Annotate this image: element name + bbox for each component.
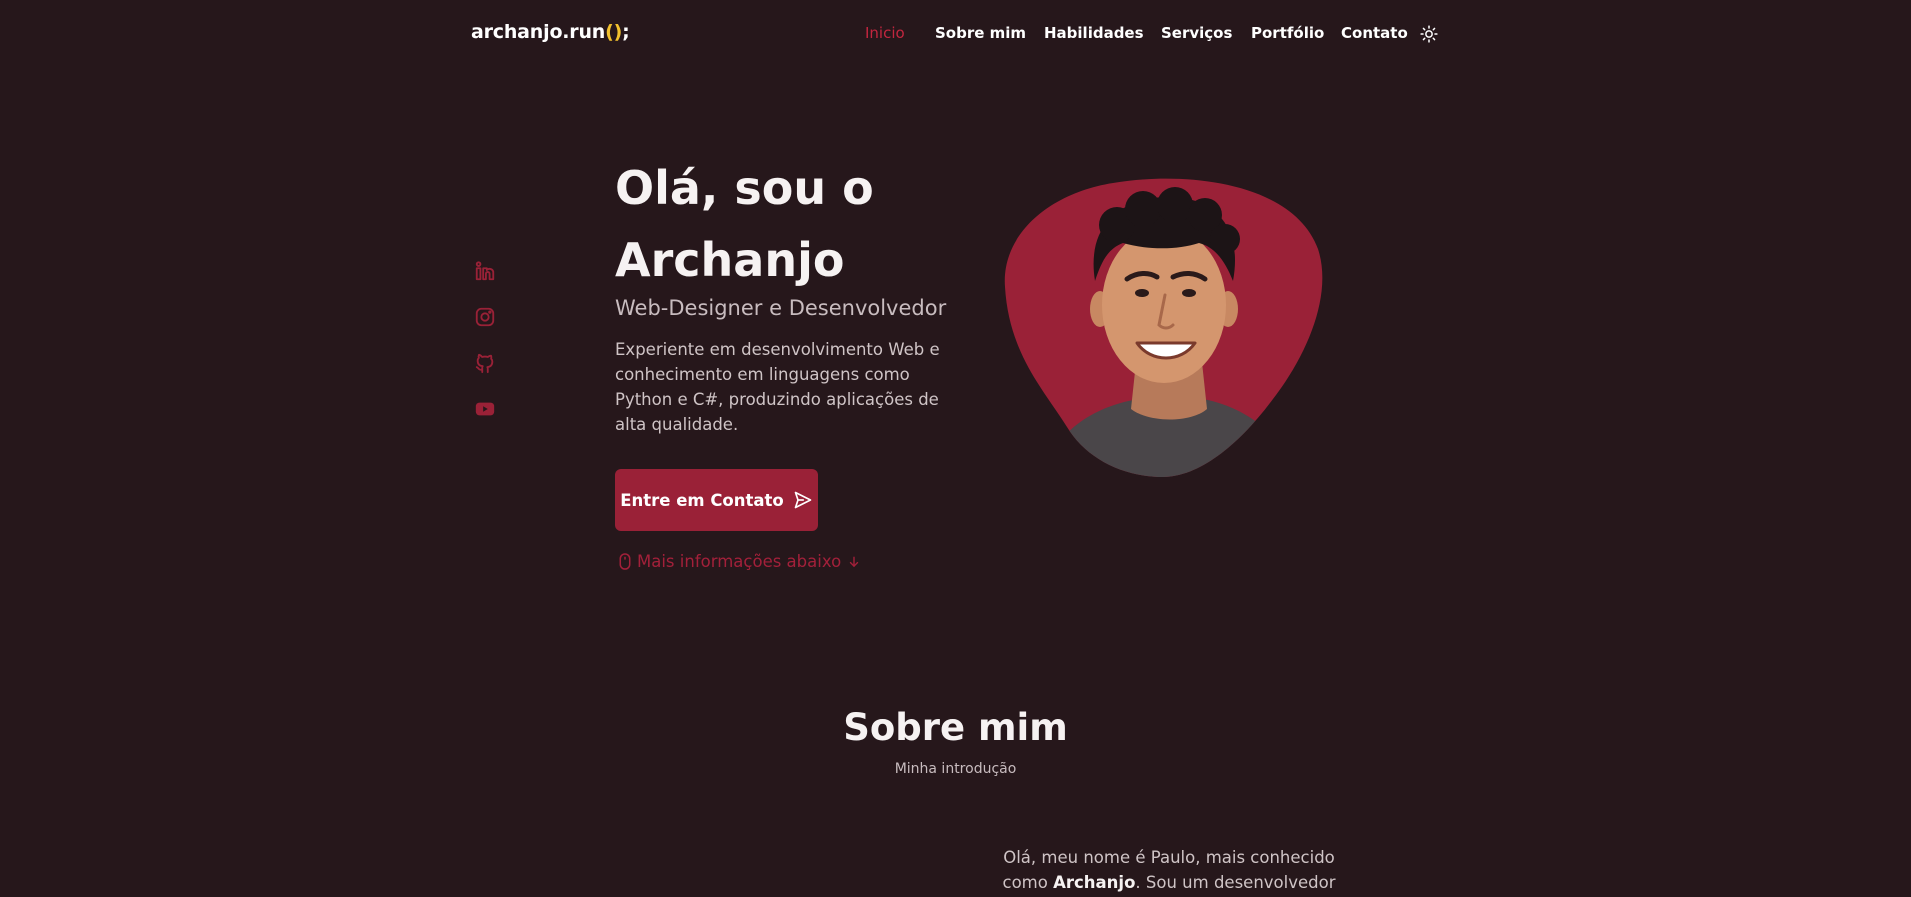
hero-title-line1: Olá, sou o — [615, 161, 874, 215]
scroll-down-link[interactable]: Mais informações abaixo — [619, 552, 861, 571]
nav-item-servicos[interactable]: Serviços — [1161, 24, 1232, 42]
send-icon — [794, 491, 812, 509]
youtube-icon[interactable] — [474, 398, 496, 420]
linkedin-icon[interactable] — [474, 260, 496, 282]
arrow-down-icon — [849, 556, 859, 567]
hero-subtitle: Web-Designer e Desenvolvedor — [615, 296, 947, 320]
mouse-icon — [619, 553, 631, 570]
nav-item-contato[interactable]: Contato — [1341, 24, 1408, 42]
hero-title: Olá, sou o Archanjo — [615, 152, 1035, 296]
sun-icon[interactable] — [1420, 25, 1438, 43]
nav-item-portfolio[interactable]: Portfólio — [1251, 24, 1324, 42]
scroll-down-label: Mais informações abaixo — [637, 552, 842, 571]
main-nav: Inicio Sobre mim Habilidades Serviços Po… — [0, 24, 1911, 48]
nav-item-inicio[interactable]: Inicio — [865, 24, 905, 42]
about-text-name: Archanjo — [1053, 873, 1136, 892]
hero-title-line2: Archanjo — [615, 233, 845, 287]
contact-button[interactable]: Entre em Contato — [615, 469, 818, 531]
about-text: Olá, meu nome é Paulo, mais conhecido co… — [990, 845, 1348, 897]
page: archanjo.run(); Inicio Sobre mim Habilid… — [0, 0, 1911, 897]
hero-description: Experiente em desenvolvimento Web e conh… — [615, 340, 940, 434]
about-subtitle: Minha introdução — [894, 761, 1017, 777]
instagram-icon[interactable] — [474, 306, 496, 328]
profile-photo — [1004, 178, 1323, 478]
contact-button-label: Entre em Contato — [620, 490, 784, 510]
header: archanjo.run(); Inicio Sobre mim Habilid… — [0, 0, 1911, 70]
github-icon[interactable] — [474, 352, 496, 374]
about-text-continued: . Sou um desenvolvedor de — [1135, 873, 1336, 892]
about-title: Sobre mim — [843, 706, 1068, 749]
nav-item-habilidades[interactable]: Habilidades — [1044, 24, 1144, 42]
nav-item-sobre-mim[interactable]: Sobre mim — [935, 24, 1026, 42]
